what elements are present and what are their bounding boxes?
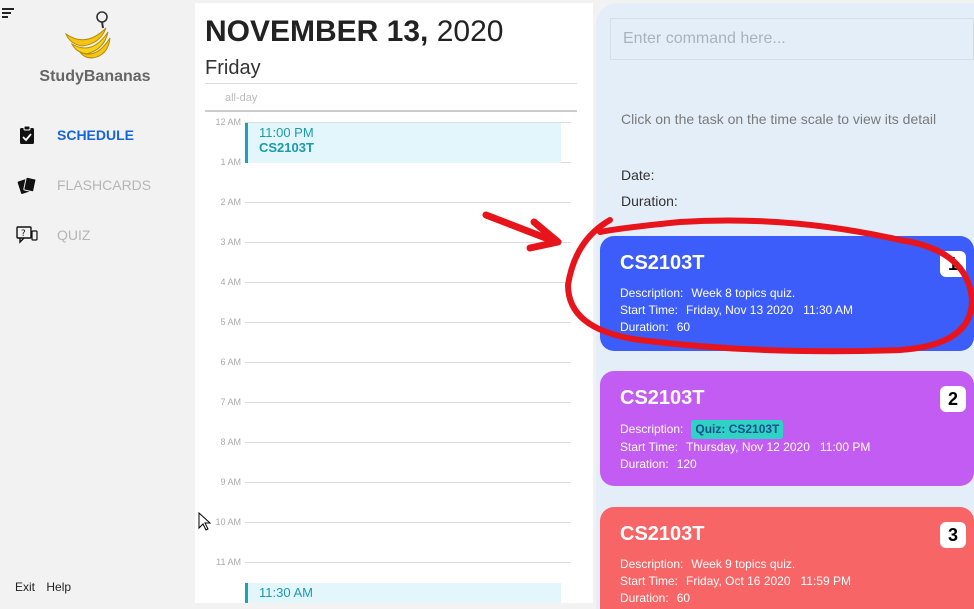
detail-duration-label: Duration: bbox=[621, 193, 678, 209]
task-start-row: Start Time: Thursday, Nov 12 2020 11:00 P… bbox=[620, 439, 954, 456]
start-time-label: Start Time: bbox=[620, 574, 679, 588]
task-index-badge: 2 bbox=[940, 386, 966, 412]
task-index-badge: 1 bbox=[940, 251, 966, 277]
task-index-badge: 3 bbox=[940, 522, 966, 548]
nav-item-schedule[interactable]: SCHEDULE bbox=[16, 123, 134, 147]
task-title: CS2103T bbox=[620, 523, 705, 545]
allday-label: all-day bbox=[225, 92, 258, 104]
task-description-row: Description: Week 9 topics quiz. bbox=[620, 556, 954, 573]
task-duration: 120 bbox=[676, 457, 697, 471]
hour-label: 2 AM bbox=[220, 197, 241, 207]
task-duration: 60 bbox=[676, 320, 691, 334]
task-description-row: Description: Week 8 topics quiz. bbox=[620, 285, 954, 302]
task-duration-row: Duration: 120 bbox=[620, 456, 954, 473]
app-window: StudyBananas SCHEDULE FLASHCARDS ? QUIZ … bbox=[0, 0, 974, 609]
calendar-event[interactable]: 11:00 PM CS2103T bbox=[245, 123, 561, 163]
hour-line bbox=[245, 522, 571, 523]
calendar-year: 2020 bbox=[436, 15, 504, 48]
task-card[interactable]: CS2103T Description: Week 9 topics quiz. … bbox=[600, 507, 974, 609]
hour-label: 11 AM bbox=[216, 557, 241, 567]
quiz-tag[interactable]: Quiz: CS2103T bbox=[691, 420, 784, 439]
nav-item-quiz[interactable]: ? QUIZ bbox=[16, 223, 90, 247]
calendar-event[interactable]: 11:30 AM bbox=[245, 583, 561, 603]
hour-label: 7 AM bbox=[220, 397, 241, 407]
task-duration-row: Duration: 60 bbox=[620, 319, 954, 336]
task-start-time: Friday, Nov 13 2020 11:30 AM bbox=[686, 303, 853, 317]
help-link[interactable]: Help bbox=[46, 580, 71, 594]
detail-date-label: Date: bbox=[621, 167, 655, 183]
task-card[interactable]: CS2103T Description: Week 8 topics quiz. … bbox=[600, 236, 974, 351]
event-time: 11:00 PM bbox=[259, 125, 314, 140]
svg-text:?: ? bbox=[21, 229, 26, 239]
allday-row: all-day bbox=[205, 83, 577, 112]
nav-label-flashcards: FLASHCARDS bbox=[57, 177, 152, 193]
calendar-weekday: Friday bbox=[205, 57, 261, 79]
task-start-row: Start Time: Friday, Nov 13 2020 11:30 AM bbox=[620, 302, 954, 319]
hour-line bbox=[245, 402, 571, 403]
banana-logo-icon bbox=[62, 8, 114, 60]
hour-label: 5 AM bbox=[220, 317, 241, 327]
hour-line bbox=[245, 362, 571, 363]
duration-label: Duration: bbox=[620, 591, 669, 605]
hour-line bbox=[245, 282, 571, 283]
hour-label: 4 AM bbox=[220, 277, 241, 287]
task-start-time: Thursday, Nov 12 2020 11:00 PM bbox=[686, 440, 871, 454]
task-duration-row: Duration: 60 bbox=[620, 590, 954, 607]
description-label: Description: bbox=[620, 557, 684, 571]
app-name: StudyBananas bbox=[39, 68, 151, 85]
nav-item-flashcards[interactable]: FLASHCARDS bbox=[16, 173, 151, 197]
hour-label: 12 AM bbox=[215, 117, 241, 127]
task-description-row: Description: Quiz: CS2103T bbox=[620, 420, 954, 439]
task-title: CS2103T bbox=[620, 252, 705, 274]
nav-label-quiz: QUIZ bbox=[57, 227, 91, 243]
hour-line bbox=[245, 322, 571, 323]
day-calendar: NOVEMBER 13, 2020 Friday all-day 12 AM 1 … bbox=[195, 3, 593, 603]
task-start-time: Friday, Oct 16 2020 11:59 PM bbox=[686, 574, 851, 588]
cards-icon bbox=[16, 174, 38, 196]
hour-label: 9 AM bbox=[220, 477, 241, 487]
nav-label-schedule: SCHEDULE bbox=[57, 127, 135, 143]
hour-line bbox=[245, 562, 571, 563]
task-title: CS2103T bbox=[620, 387, 705, 409]
event-title: CS2103T bbox=[259, 140, 314, 155]
mouse-cursor-icon bbox=[198, 512, 212, 531]
task-duration: 60 bbox=[676, 591, 691, 605]
task-description: Week 9 topics quiz. bbox=[691, 557, 796, 571]
hour-line bbox=[245, 482, 571, 483]
duration-label: Duration: bbox=[620, 320, 669, 334]
task-start-row: Start Time: Friday, Oct 16 2020 11:59 PM bbox=[620, 573, 954, 590]
hour-line bbox=[245, 202, 571, 203]
hour-label: 6 AM bbox=[220, 357, 241, 367]
start-time-label: Start Time: bbox=[620, 303, 679, 317]
detail-hint: Click on the task on the time scale to v… bbox=[621, 111, 937, 127]
quiz-icon: ? bbox=[16, 224, 38, 246]
hour-label: 1 AM bbox=[220, 157, 241, 167]
event-time: 11:30 AM bbox=[259, 585, 313, 600]
task-card[interactable]: CS2103T Description: Quiz: CS2103T Start … bbox=[600, 371, 974, 486]
menu-toggle-icon[interactable] bbox=[2, 8, 16, 20]
hour-label: 3 AM bbox=[220, 237, 241, 247]
footer-links: Exit Help bbox=[15, 580, 79, 594]
exit-link[interactable]: Exit bbox=[15, 580, 35, 594]
command-input[interactable] bbox=[610, 18, 974, 60]
duration-label: Duration: bbox=[620, 457, 669, 471]
description-label: Description: bbox=[620, 286, 684, 300]
hour-label: 8 AM bbox=[220, 437, 241, 447]
clipboard-icon bbox=[16, 124, 38, 146]
sidebar: StudyBananas SCHEDULE FLASHCARDS ? QUIZ … bbox=[0, 0, 195, 609]
hour-line bbox=[245, 242, 571, 243]
calendar-month-day: NOVEMBER 13, bbox=[205, 15, 429, 48]
hour-line bbox=[245, 442, 571, 443]
task-description: Week 8 topics quiz. bbox=[691, 286, 796, 300]
right-panel: Click on the task on the time scale to v… bbox=[596, 3, 974, 609]
calendar-date-heading: NOVEMBER 13, 2020 bbox=[205, 15, 503, 49]
description-label: Description: bbox=[620, 422, 684, 436]
start-time-label: Start Time: bbox=[620, 440, 679, 454]
